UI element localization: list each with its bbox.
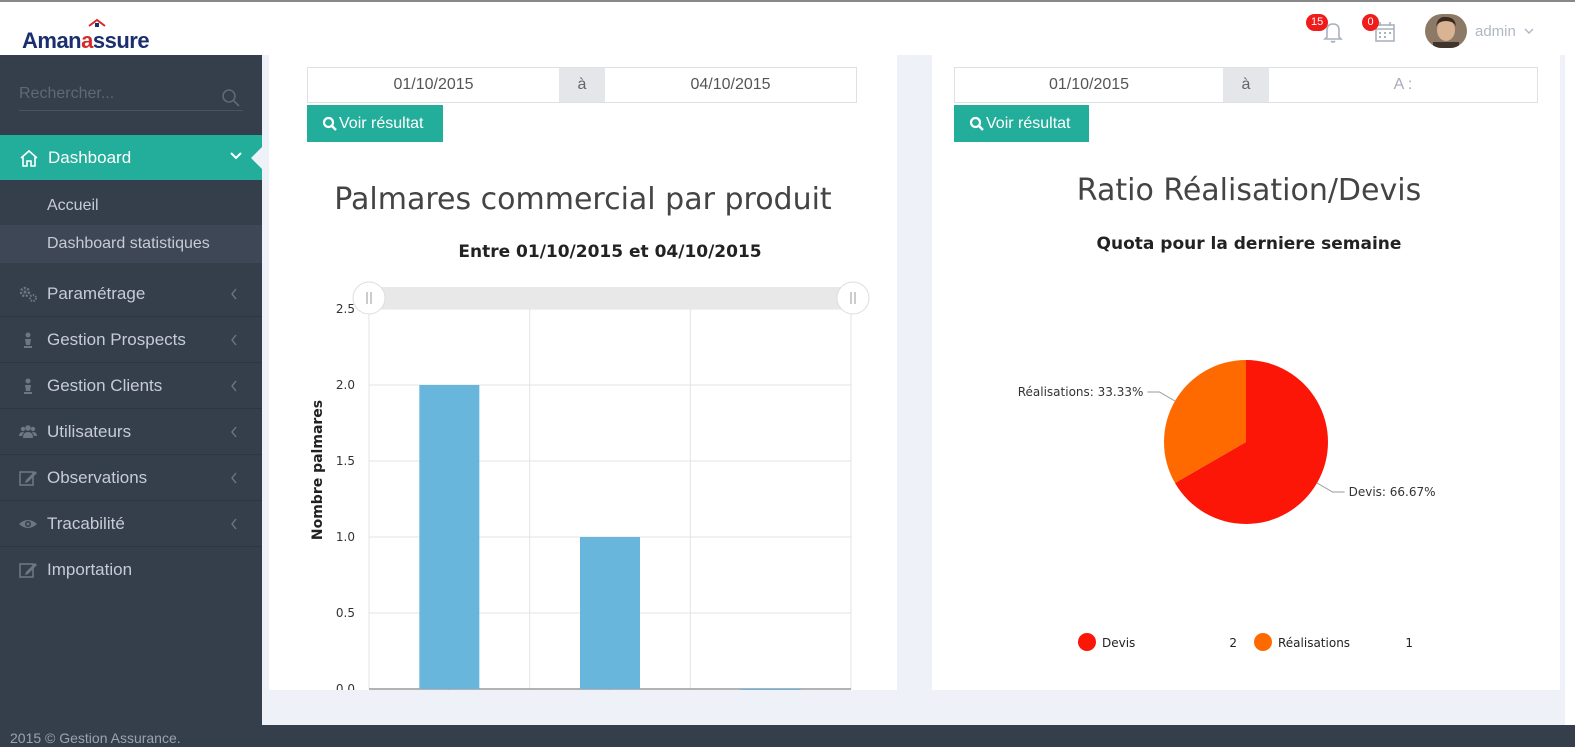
date-separator: à (559, 68, 605, 102)
button-label: Voir résultat (986, 114, 1071, 132)
ratio-panel: à Voir résultat Ratio Réalisation/Devis … (932, 55, 1560, 690)
notifications-badge: 15 (1306, 14, 1329, 31)
legend-value: 1 (1405, 636, 1413, 650)
pie-connector (1147, 391, 1176, 402)
sidebar-item-parametrage[interactable]: Paramétrage (0, 271, 262, 317)
sidebar-item-label: Observations (47, 467, 148, 487)
edit-icon (18, 560, 38, 580)
legend-value: 2 (1229, 636, 1237, 650)
pie-chart: Devis: 66.67% Réalisations: 33.33% Devis 2… (1018, 360, 1436, 651)
logo-text-mid: a (81, 28, 93, 53)
sidebar-item-tracabilite[interactable]: Tracabilité (0, 501, 262, 547)
date-to-input[interactable] (605, 68, 856, 102)
app-logo[interactable]: Amanassure (22, 18, 150, 54)
pie-data-label: Devis: 66.67% (1349, 485, 1436, 499)
date-from-input[interactable] (955, 68, 1223, 102)
chevron-left-icon (231, 288, 237, 300)
person-icon (18, 330, 38, 350)
date-from-input[interactable] (308, 68, 559, 102)
page-scrollbar[interactable] (1565, 55, 1575, 725)
sidebar-item-dashboard[interactable]: Dashboard (0, 135, 262, 180)
chevron-left-icon (231, 334, 237, 346)
sidebar-item-label: Tracabilité (47, 513, 125, 533)
search-icon[interactable] (221, 88, 241, 108)
y-tick-label: 2.0 (336, 378, 355, 392)
legend-marker[interactable] (1254, 633, 1272, 651)
footer-text: 2015 © Gestion Assurance. (10, 730, 181, 746)
calendar-badge: 0 (1362, 14, 1379, 31)
logo-text-suffix: ssure (92, 28, 150, 53)
bar[interactable] (580, 537, 640, 689)
sidebar-item-observations[interactable]: Observations (0, 455, 262, 501)
chevron-left-icon (231, 518, 237, 530)
gears-icon (18, 284, 38, 304)
bar[interactable] (419, 385, 480, 689)
search-icon (322, 116, 337, 131)
eye-icon (18, 514, 38, 534)
footer: 2015 © Gestion Assurance. (0, 725, 1575, 747)
pie-connector (1316, 482, 1345, 493)
logo-roof-icon (88, 18, 106, 27)
search-icon (969, 116, 984, 131)
sidebar-item-label: Dashboard (48, 147, 132, 167)
pie-data-label: Réalisations: 33.33% (1018, 385, 1144, 399)
sidebar-item-label: Gestion Prospects (47, 329, 186, 349)
y-tick-label: 1.0 (336, 530, 355, 544)
chart-title: Palmares commercial par produit (334, 182, 832, 217)
zoom-handle-right[interactable] (836, 281, 870, 315)
sidebar-item-gestion-clients[interactable]: Gestion Clients (0, 363, 262, 409)
user-menu[interactable]: admin (1425, 14, 1534, 48)
chart-subtitle: Entre 01/10/2015 et 04/10/2015 (458, 242, 762, 262)
y-tick-label: 2.5 (336, 302, 355, 316)
legend-label[interactable]: Réalisations (1278, 636, 1350, 650)
sidebar-subitem-accueil[interactable]: Accueil (0, 187, 262, 225)
y-tick-label: 0.5 (336, 606, 355, 620)
button-label: Voir résultat (339, 114, 424, 132)
zoom-handle-left[interactable] (352, 281, 386, 315)
date-to-input[interactable] (1269, 68, 1537, 102)
sidebar-item-label: Importation (47, 560, 133, 579)
chevron-down-icon (1524, 28, 1534, 34)
sidebar: Dashboard Accueil Dashboard statistiques… (0, 55, 262, 725)
palmares-panel: à Voir résultat Palmares commercial par … (269, 55, 897, 690)
date-range-left: à (307, 67, 857, 103)
sidebar-item-gestion-prospects[interactable]: Gestion Prospects (0, 317, 262, 363)
edit-icon (18, 468, 38, 488)
chevron-left-icon (231, 380, 237, 392)
legend-label[interactable]: Devis (1102, 636, 1135, 650)
sidebar-item-label: Utilisateurs (47, 421, 132, 441)
y-axis-label: Nombre palmares (310, 400, 326, 540)
top-navbar: Amanassure 15 0 admin (0, 0, 1575, 55)
logo-text-prefix: Aman (22, 28, 82, 53)
sidebar-item-label: Paramétrage (47, 283, 146, 303)
zoom-navigator-track[interactable] (369, 287, 853, 309)
y-tick-label: 1.5 (336, 454, 355, 468)
chevron-left-icon (231, 472, 237, 484)
calendar-button[interactable]: 0 (1362, 14, 1400, 46)
search-input[interactable] (19, 85, 214, 103)
users-icon (18, 422, 38, 442)
sidebar-item-label: Gestion Clients (47, 375, 163, 395)
chart-subtitle: Quota pour la derniere semaine (1096, 234, 1402, 254)
avatar (1425, 14, 1467, 48)
sidebar-subitem-dashboard-statistiques[interactable]: Dashboard statistiques (0, 225, 262, 263)
home-icon (20, 149, 38, 167)
chevron-down-icon (230, 152, 242, 160)
sidebar-item-importation[interactable]: Importation (0, 547, 262, 593)
legend-marker[interactable] (1078, 633, 1096, 651)
person-icon (18, 376, 38, 396)
active-indicator (251, 147, 262, 169)
voir-resultat-button[interactable]: Voir résultat (954, 105, 1089, 142)
chart-title: Ratio Réalisation/Devis (1076, 173, 1422, 208)
chevron-left-icon (231, 426, 237, 438)
notifications-button[interactable]: 15 (1306, 14, 1344, 46)
user-name: admin (1475, 22, 1516, 40)
date-separator: à (1223, 68, 1269, 102)
sidebar-item-utilisateurs[interactable]: Utilisateurs (0, 409, 262, 455)
sidebar-search (19, 85, 243, 111)
y-tick-label: 0.0 (336, 682, 355, 690)
date-range-right: à (954, 67, 1538, 103)
voir-resultat-button[interactable]: Voir résultat (307, 105, 443, 142)
bar-chart: 0.00.51.01.52.02.5 VoitureAssurance du v… (310, 281, 870, 690)
